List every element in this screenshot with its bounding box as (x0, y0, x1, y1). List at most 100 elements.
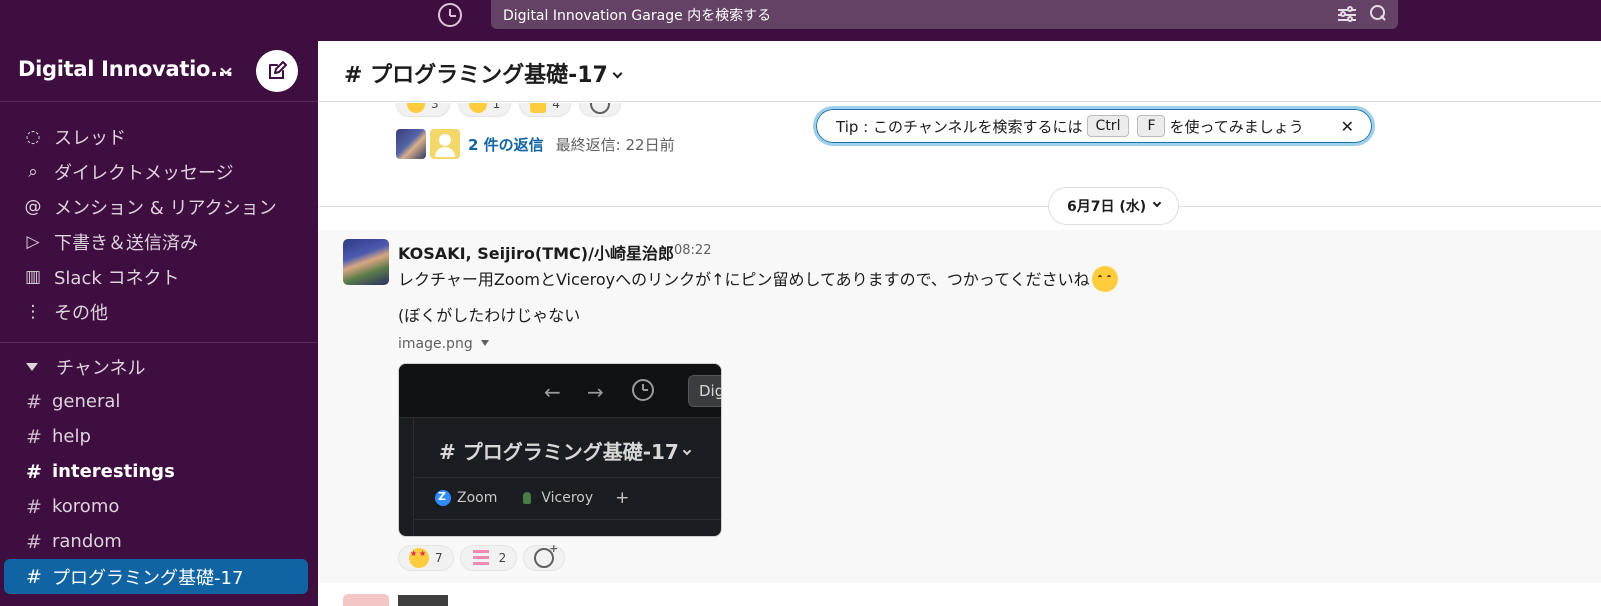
sidebar-item-drafts[interactable]: ▷ 下書き＆送信済み (0, 224, 318, 259)
image-bookmark-viceroy: Viceroy (519, 490, 593, 506)
message-author-partial (398, 595, 448, 606)
sidebar-item-more[interactable]: ⋮ その他 (0, 294, 318, 329)
channel-name: help (52, 426, 91, 447)
channels-section-label: チャンネル (56, 358, 146, 379)
sidebar-item-channel-random[interactable]: # random (0, 524, 318, 559)
add-reaction-icon (534, 542, 558, 568)
message-text-line2: (ぼくがしたわけじゃない (398, 306, 581, 325)
avatar[interactable] (343, 594, 389, 606)
file-name: image.png (398, 336, 473, 352)
reaction-pill[interactable]: 4 (519, 103, 571, 117)
slack-connect-icon: ▥ (24, 266, 42, 287)
image-channel-title: # プログラミング基礎-17 (439, 436, 692, 465)
reaction-pill[interactable]: 2 (459, 545, 518, 571)
search-bar[interactable]: Digital Innovation Garage 内を検索する (491, 0, 1398, 29)
sidebar-item-channel-help[interactable]: # help (0, 419, 318, 454)
image-channel-title-text: # プログラミング基礎-17 (439, 440, 679, 464)
file-name-toggle[interactable]: image.png (398, 336, 489, 352)
hash-icon: # (26, 425, 42, 448)
arigatou-stamp-icon (471, 547, 493, 569)
message-author[interactable]: KOSAKI, Seijiro(TMC)/小崎星治郎 (398, 240, 674, 264)
hash-icon: # (26, 495, 42, 518)
channel-name: koromo (52, 496, 120, 517)
search-placeholder: Digital Innovation Garage 内を検索する (503, 8, 772, 24)
message-text-body: レクチャー用ZoomとViceroyへのリンクが↑にピン留めしてありますので、つ… (398, 270, 1090, 289)
sidebar-item-threads[interactable]: ◌ スレッド (0, 119, 318, 154)
sidebar-item-channel-programming[interactable]: # プログラミング基礎-17 (4, 559, 308, 594)
image-bookmark-zoom: Zoom (435, 490, 497, 506)
sidebar-item-channel-koromo[interactable]: # koromo (0, 489, 318, 524)
image-bookmarks: Zoom Viceroy + (435, 488, 629, 508)
reaction-pill[interactable]: 1 (457, 103, 512, 117)
reaction-pill[interactable]: 3 (396, 103, 450, 117)
reaction-count: 4 (552, 103, 560, 111)
message-list[interactable]: 3 1 4 2 件の返信 最終返信: 22日前 Tip : このチャンネルを検索… (318, 103, 1601, 606)
message-text: レクチャー用ZoomとViceroyへのリンクが↑にピン留めしてありますので、つ… (398, 265, 1118, 294)
sidebar-item-label: メンション & リアクション (54, 197, 277, 219)
avatar (430, 129, 460, 159)
last-reply-time: 最終返信: 22日前 (555, 135, 675, 154)
channels-section-header[interactable]: チャンネル (22, 355, 145, 379)
reaction-pill[interactable]: 7 (398, 545, 454, 571)
compose-icon (269, 61, 287, 79)
arrow-left-icon: ← (544, 380, 561, 404)
message-timestamp[interactable]: 08:22 (674, 243, 711, 258)
tip-prefix: Tip : このチャンネルを検索するには (836, 117, 1083, 136)
arrow-right-icon: → (587, 380, 604, 404)
top-bar: Digital Innovation Garage 内を検索する (0, 0, 1601, 41)
more-icon: ⋮ (24, 301, 42, 322)
history-clock-icon[interactable] (438, 3, 462, 27)
bookmark-label: Viceroy (541, 490, 594, 506)
message[interactable]: KOSAKI, Seijiro(TMC)/小崎星治郎 08:22 レクチャー用Z… (318, 230, 1601, 583)
sidebar-item-direct-messages[interactable]: ⌕ ダイレクトメッセージ (0, 154, 318, 189)
search-tip-banner: Tip : このチャンネルを検索するには Ctrl F を使ってみましょう ✕ (813, 106, 1375, 146)
add-reaction-icon (589, 103, 610, 114)
history-clock-icon (632, 379, 654, 401)
hash-icon: # (26, 390, 42, 413)
add-reaction-button[interactable] (578, 103, 621, 117)
sidebar-item-channel-interestings[interactable]: # interestings (0, 454, 318, 489)
channel-name: interestings (52, 461, 175, 482)
compose-button[interactable] (256, 50, 298, 92)
zoom-icon (435, 490, 451, 506)
sidebar-item-mentions[interactable]: @ メンション & リアクション (0, 189, 318, 224)
channel-name: プログラミング基礎-17 (52, 567, 244, 589)
plus-icon: + (615, 488, 630, 508)
viceroy-icon (519, 490, 535, 506)
sidebar-item-label: その他 (54, 302, 108, 324)
reply-count-link[interactable]: 2 件の返信 (468, 134, 544, 155)
image-divider (413, 519, 721, 520)
sidebar-divider (0, 342, 318, 343)
workspace-header[interactable]: Digital Innovatio... (0, 41, 318, 102)
threads-icon: ◌ (25, 126, 41, 147)
hugging-face-icon (1091, 265, 1118, 292)
sidebar-item-slack-connect[interactable]: ▥ Slack コネクト (0, 259, 318, 294)
tip-suffix: を使ってみましょう (1169, 117, 1304, 136)
image-search-box: Dig (688, 375, 721, 407)
search-filter-icon[interactable] (1338, 6, 1356, 22)
reaction-count: 3 (431, 103, 439, 111)
reaction-count: 7 (435, 551, 443, 565)
channel-title-button[interactable]: # プログラミング基礎-17 (344, 57, 623, 89)
reaction-count: 1 (492, 103, 501, 111)
date-label: 6月7日 (水) (1067, 199, 1147, 215)
workspace-name[interactable]: Digital Innovatio... (18, 57, 233, 81)
close-icon[interactable]: ✕ (1341, 117, 1354, 136)
channel-title: # プログラミング基礎-17 (344, 63, 608, 88)
sidebar-item-label: Slack コネクト (54, 267, 180, 289)
sidebar-item-channel-general[interactable]: # general (0, 384, 318, 419)
thread-summary[interactable]: 2 件の返信 最終返信: 22日前 (396, 129, 675, 159)
avatar[interactable] (343, 239, 389, 285)
sidebar-nav: ◌ スレッド ⌕ ダイレクトメッセージ @ メンション & リアクション ▷ 下… (0, 119, 318, 329)
caret-down-icon[interactable] (26, 363, 38, 371)
image-attachment[interactable]: ← → Dig # プログラミング基礎-17 Zoom Viceroy + (398, 363, 722, 537)
sidebar-item-label: スレッド (54, 127, 126, 149)
previous-message-reactions: 3 1 4 (396, 103, 621, 117)
chevron-down-icon (682, 446, 692, 456)
add-reaction-button[interactable] (523, 542, 566, 571)
image-divider (413, 477, 721, 478)
hash-icon: # (26, 530, 42, 553)
search-icon[interactable] (1370, 5, 1386, 21)
main-pane: # プログラミング基礎-17 3 1 4 2 件の返信 (318, 41, 1601, 606)
date-divider-button[interactable]: 6月7日 (水) (1048, 187, 1180, 225)
